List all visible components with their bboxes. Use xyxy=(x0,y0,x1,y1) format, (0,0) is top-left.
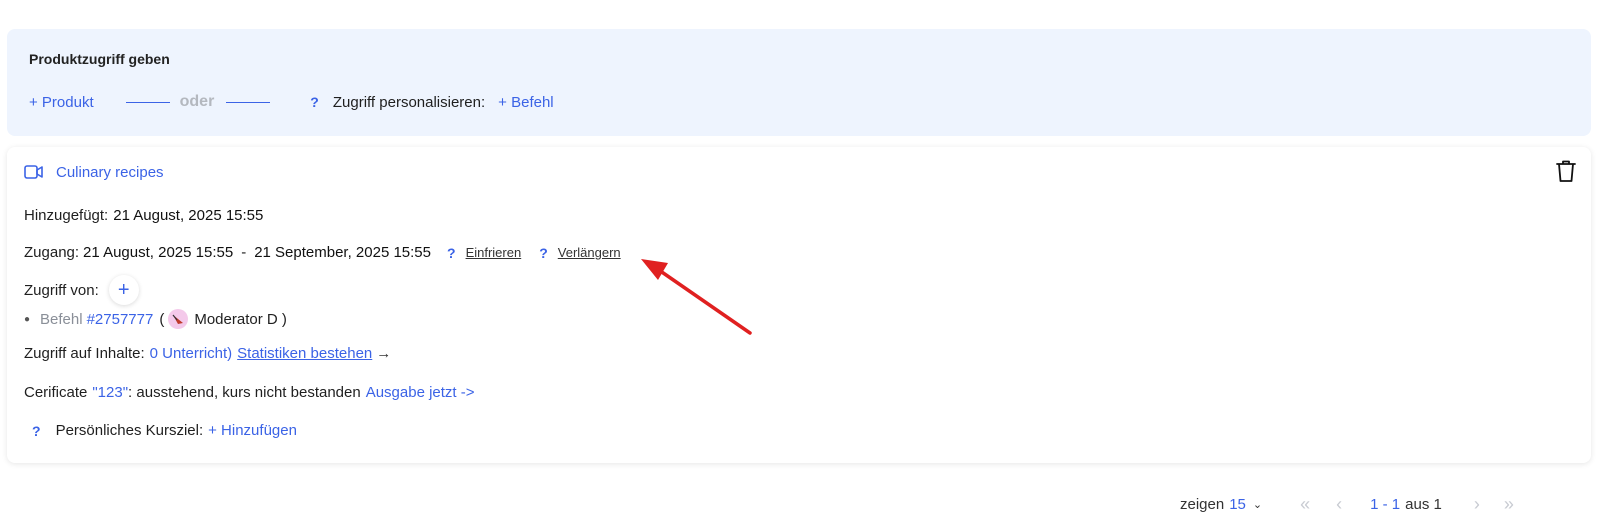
grant-access-panel: Produktzugriff geben + Produkt oder ? Zu… xyxy=(7,29,1591,136)
video-icon xyxy=(24,165,43,179)
issue-now-link[interactable]: Ausgabe jetzt -> xyxy=(366,384,475,401)
or-label: oder xyxy=(179,93,215,110)
last-page-icon[interactable]: » xyxy=(1504,494,1514,515)
added-row: Hinzugefügt: 21 August, 2025 15:55 xyxy=(24,207,263,224)
separator-line-right xyxy=(226,101,271,103)
freeze-link[interactable]: Einfrieren xyxy=(466,245,522,260)
grant-access-title: Produktzugriff geben xyxy=(29,51,170,67)
or-separator: oder xyxy=(125,93,271,111)
added-label: Hinzugefügt: xyxy=(24,207,109,224)
stats-link[interactable]: Statistiken bestehen xyxy=(237,345,372,362)
certificate-row: Cerificate "123" : ausstehend, kurs nich… xyxy=(24,384,475,401)
add-product-link[interactable]: + Produkt xyxy=(29,94,94,111)
moderator-name: Moderator D ) xyxy=(194,310,287,328)
access-start: 21 August, 2025 15:55 xyxy=(83,244,234,261)
add-access-source-button[interactable]: + xyxy=(108,275,139,305)
extend-help-icon[interactable]: ? xyxy=(539,245,548,261)
first-page-icon[interactable]: « xyxy=(1300,494,1310,515)
next-page-icon[interactable]: › xyxy=(1474,494,1480,515)
certificate-status: : ausstehend, kurs nicht bestanden xyxy=(128,384,361,401)
page-total: aus 1 xyxy=(1405,495,1442,513)
pagination: zeigen 15 ⌄ « ‹ 1 - 1 aus 1 › » xyxy=(1180,492,1514,516)
course-goal-label: Persönliches Kursziel: xyxy=(55,422,204,439)
access-from-label: Zugriff von: xyxy=(24,281,99,299)
access-label: Zugang: xyxy=(24,244,80,261)
order-list-item: ● Befehl #2757777 ( Moderator D ) xyxy=(24,309,287,329)
certificate-name: "123" xyxy=(92,384,129,401)
access-period-row: Zugang: 21 August, 2025 15:55 - 21 Septe… xyxy=(24,244,621,261)
add-order-link[interactable]: + Befehl xyxy=(498,94,553,111)
moderator-avatar xyxy=(168,309,189,329)
product-title-row: Culinary recipes xyxy=(24,161,164,183)
content-access-label: Zugriff auf Inhalte: xyxy=(24,345,145,362)
add-goal-link[interactable]: + Hinzufügen xyxy=(208,422,297,439)
access-dash: - xyxy=(241,244,247,261)
access-from-row: Zugriff von: + xyxy=(24,275,139,305)
page-size-select[interactable]: 15 xyxy=(1229,496,1246,513)
access-end: 21 September, 2025 15:55 xyxy=(254,244,431,261)
personalize-access-label: Zugriff personalisieren: xyxy=(332,93,486,111)
page-range: 1 - 1 xyxy=(1370,495,1401,513)
lessons-count-link[interactable]: 0 Unterricht) xyxy=(150,345,233,362)
bullet: ● xyxy=(24,313,31,325)
page-size-label: zeigen xyxy=(1180,495,1225,513)
grant-access-actions: + Produkt oder ? Zugriff personalisieren… xyxy=(29,92,554,112)
arrow-right-icon: → xyxy=(376,345,392,362)
freeze-help-icon[interactable]: ? xyxy=(447,245,456,261)
course-goal-row: ? Persönliches Kursziel: + Hinzufügen xyxy=(24,422,297,439)
goal-help-icon[interactable]: ? xyxy=(32,423,41,439)
separator-line-left xyxy=(125,101,170,103)
help-icon[interactable]: ? xyxy=(310,94,319,110)
prev-page-icon[interactable]: ‹ xyxy=(1336,494,1342,515)
certificate-label: Cerificate xyxy=(24,384,88,401)
product-name-link[interactable]: Culinary recipes xyxy=(56,164,164,181)
trash-icon[interactable] xyxy=(1555,159,1577,183)
added-value: 21 August, 2025 15:55 xyxy=(113,207,264,224)
bird-icon xyxy=(172,314,184,324)
order-label: Befehl xyxy=(40,310,83,328)
product-access-card: Culinary recipes Hinzugefügt: 21 August,… xyxy=(7,147,1591,463)
content-access-row: Zugriff auf Inhalte: 0 Unterricht) Stati… xyxy=(24,345,391,362)
open-paren: ( xyxy=(159,310,165,328)
extend-link[interactable]: Verlängern xyxy=(558,245,621,260)
order-number-link[interactable]: #2757777 xyxy=(87,311,154,328)
chevron-down-icon[interactable]: ⌄ xyxy=(1253,498,1262,511)
